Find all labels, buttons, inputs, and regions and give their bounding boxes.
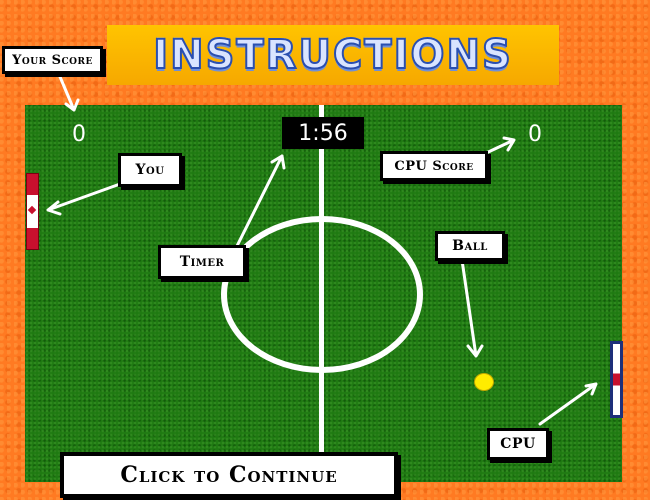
game-timer: 1:56 [282,117,364,149]
canada-flag-icon [27,205,37,215]
player-paddle [26,173,39,250]
label-your-score: Your Score [2,46,103,74]
soccer-pitch [25,105,622,482]
player-score: 0 [72,122,86,147]
center-circle [221,216,423,373]
cpu-score: 0 [528,122,542,147]
ball [474,373,494,391]
label-cpu: CPU [487,428,549,460]
label-ball: Ball [435,231,505,261]
label-you: You [118,153,182,187]
title-text: INSTRUCTIONS [152,31,513,79]
label-timer: Timer [158,245,246,279]
continue-button[interactable]: Click to Continue [60,452,398,498]
title-banner: INSTRUCTIONS [107,25,559,85]
cpu-paddle [610,341,623,418]
label-cpu-score: CPU Score [380,151,488,181]
